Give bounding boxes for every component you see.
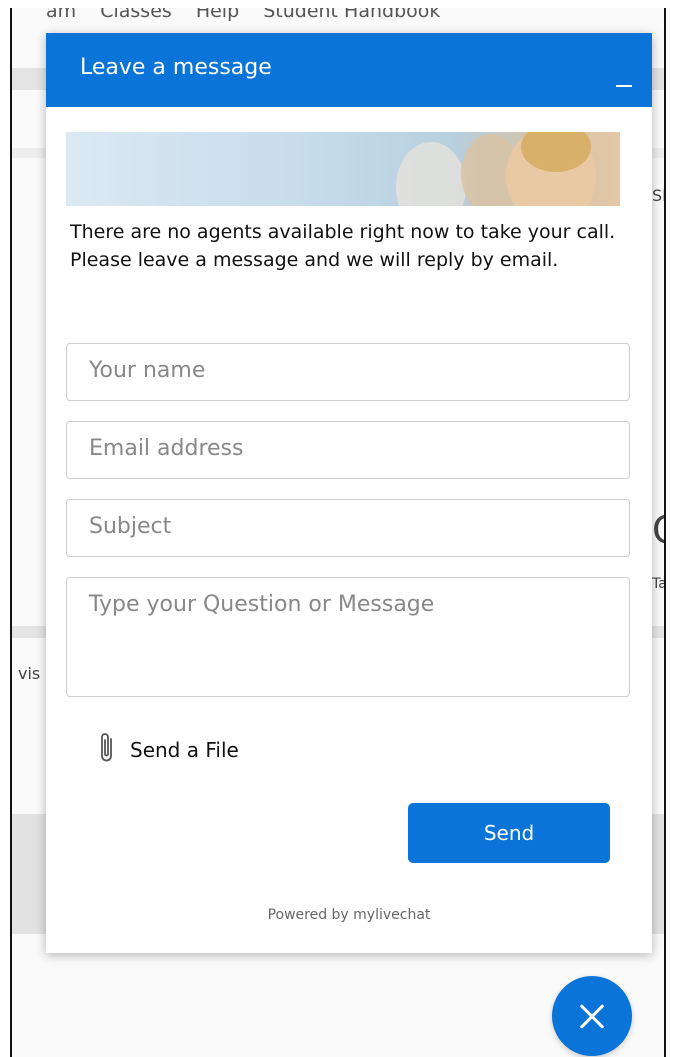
background-text: Ta: [652, 576, 666, 592]
chat-title: Leave a message: [80, 55, 272, 80]
nav-item[interactable]: Classes: [100, 8, 172, 22]
send-file-button[interactable]: Send a File: [98, 731, 239, 769]
nav-item[interactable]: Student Handbook: [263, 8, 440, 22]
message-field[interactable]: Type your Question or Message: [66, 577, 630, 697]
background-text: C: [652, 508, 664, 552]
background-text: SE: [652, 186, 664, 205]
support-banner-image: [66, 132, 620, 206]
minimize-icon[interactable]: [614, 63, 634, 93]
background-nav: am Classes Help Student Handbook: [46, 8, 458, 22]
intro-text: There are no agents available right now …: [70, 221, 616, 271]
subject-field[interactable]: Subject: [66, 499, 630, 557]
name-field[interactable]: Your name: [66, 343, 630, 401]
paperclip-icon: [98, 731, 116, 769]
send-file-label: Send a File: [130, 738, 239, 762]
powered-by-text: Powered by mylivechat: [267, 907, 431, 923]
background-text: vis: [18, 664, 41, 683]
nav-item[interactable]: am: [46, 8, 76, 22]
email-field[interactable]: Email address: [66, 421, 630, 479]
chat-widget: Leave a message There are no agents avai…: [46, 33, 652, 953]
send-button[interactable]: Send: [408, 803, 610, 863]
nav-item[interactable]: Help: [196, 8, 239, 22]
chat-header[interactable]: Leave a message: [46, 33, 652, 107]
close-icon[interactable]: [552, 976, 632, 1056]
